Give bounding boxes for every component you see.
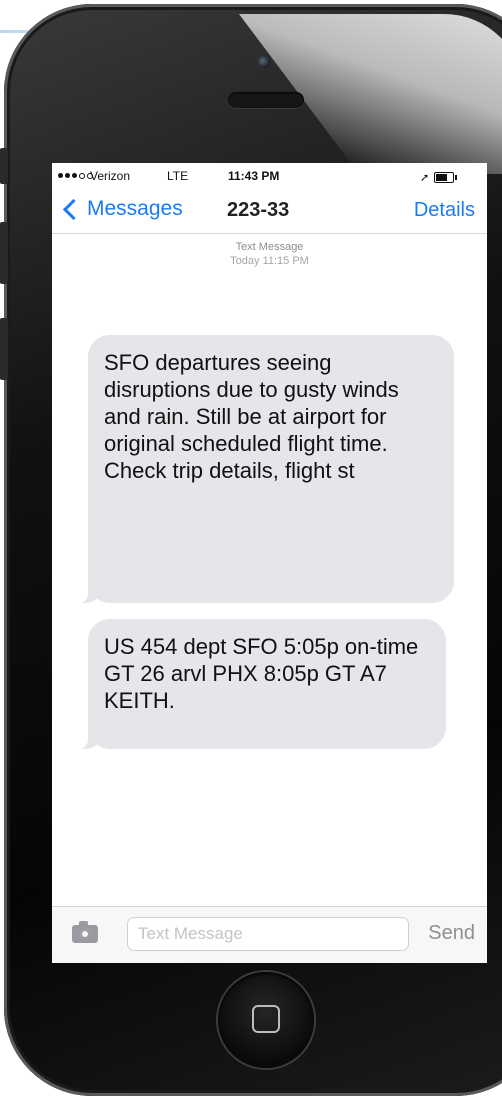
location-arrow-icon: ➚ [420,172,430,184]
message-input[interactable] [127,917,409,951]
carrier-name: Verizon [90,169,131,183]
signal-dot-empty [79,173,85,179]
send-button[interactable]: Send [428,922,475,945]
thread-timestamp: Today 11:15 PM [230,255,309,267]
message-text: SFO departures seeing disruptions due to… [104,350,399,483]
phone-screen: Verizon LTE 11:43 PM ➚ Messages 223-33 D… [52,163,487,963]
navigation-bar: Messages 223-33 Details [52,191,487,234]
conversation-title: 223-33 [227,199,290,221]
status-bar: Verizon LTE 11:43 PM ➚ [52,163,487,191]
front-camera-icon [258,56,270,68]
home-button-icon [252,1005,280,1033]
message-bubble[interactable]: SFO departures seeing disruptions due to… [66,335,454,604]
volume-up-button [0,222,8,284]
compose-bar: Send [52,906,487,963]
message-text: US 454 dept SFO 5:05p on-time GT 26 arvl… [104,634,419,713]
earpiece-speaker [228,92,304,108]
status-time: 11:43 PM [228,169,280,183]
message-bubble[interactable]: US 454 dept SFO 5:05p on-time GT 26 arvl… [66,619,446,750]
battery-icon [434,172,457,183]
chevron-left-icon [62,198,85,220]
thread-header: Text Message Today 11:15 PM [52,240,487,268]
signal-dot [58,173,63,178]
signal-strength-icon [58,173,93,179]
signal-dot [72,173,77,178]
thread-type-label: Text Message [235,241,304,253]
stage: Verizon LTE 11:43 PM ➚ Messages 223-33 D… [0,0,502,1097]
signal-dot [65,173,70,178]
home-button[interactable] [218,972,314,1068]
back-button-label: Messages [87,197,183,220]
camera-icon[interactable] [72,921,98,943]
back-to-messages-button[interactable]: Messages [60,197,183,221]
details-button[interactable]: Details [414,199,475,222]
mute-switch [0,148,8,184]
volume-down-button [0,318,8,380]
network-type: LTE [167,169,189,183]
